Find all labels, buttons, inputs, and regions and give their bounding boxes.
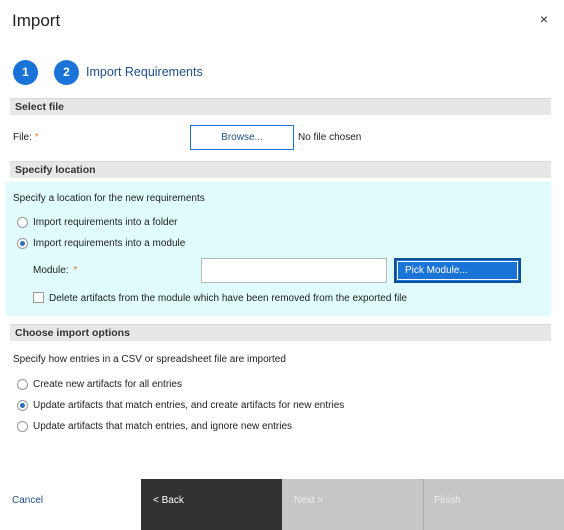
cancel-button[interactable]: Cancel [12,495,43,506]
back-button[interactable]: < Back [141,479,282,530]
step-1-indicator: 1 [13,60,38,85]
module-required-mark: * [73,265,78,276]
step-2-label: Import Requirements [86,65,203,79]
file-label: File: * [13,132,39,143]
close-icon[interactable]: × [536,11,552,27]
radio-import-folder[interactable] [17,217,28,228]
delete-artifacts-label[interactable]: Delete artifacts from the module which h… [49,293,407,304]
select-file-header: Select file [10,98,551,115]
module-input[interactable] [201,258,387,283]
radio-import-module[interactable] [17,238,28,249]
import-options-header: Choose import options [10,324,551,341]
file-status: No file chosen [298,132,362,143]
import-options-intro: Specify how entries in a CSV or spreadsh… [13,354,286,365]
radio-import-folder-label[interactable]: Import requirements into a folder [33,217,178,228]
dialog-title: Import [12,11,61,30]
radio-update-ignore[interactable] [17,421,28,432]
radio-create-new[interactable] [17,379,28,390]
radio-import-module-label[interactable]: Import requirements into a module [33,238,185,249]
specify-location-header: Specify location [10,161,551,178]
radio-update-create-label[interactable]: Update artifacts that match entries, and… [33,400,344,411]
location-intro: Specify a location for the new requireme… [13,193,205,204]
finish-button[interactable]: Finish [424,479,564,530]
radio-create-new-label[interactable]: Create new artifacts for all entries [33,379,182,390]
step-2-indicator: 2 [54,60,79,85]
file-label-text: File: [13,132,32,143]
browse-button[interactable]: Browse... [190,125,294,150]
file-required-mark: * [34,132,39,143]
radio-update-create[interactable] [17,400,28,411]
module-label: Module: * [33,265,77,276]
radio-update-ignore-label[interactable]: Update artifacts that match entries, and… [33,421,292,432]
next-button[interactable]: Next > [282,479,423,530]
pick-module-button[interactable]: Pick Module... [394,258,521,283]
module-label-text: Module: [33,265,69,276]
delete-artifacts-checkbox[interactable] [33,292,44,303]
